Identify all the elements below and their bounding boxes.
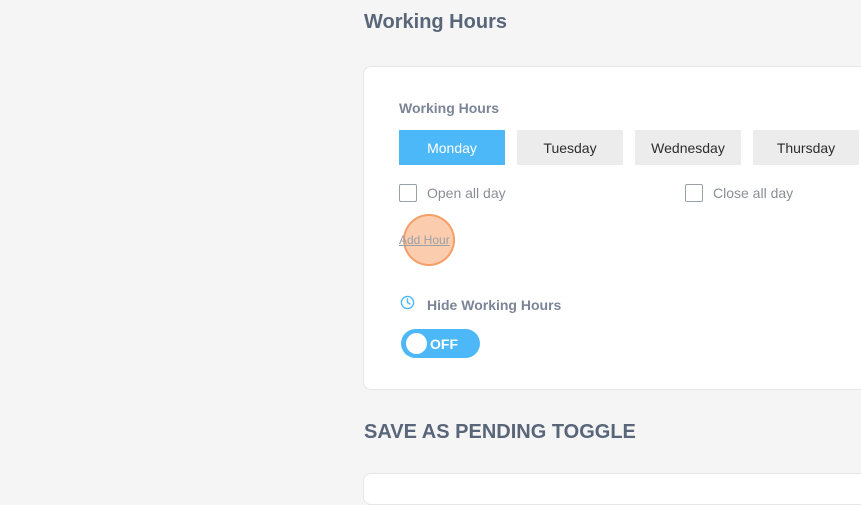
clock-icon (400, 295, 415, 315)
day-tab-monday[interactable]: Monday (399, 130, 505, 165)
working-hours-field-label: Working Hours (399, 100, 500, 116)
save-as-pending-card (363, 473, 861, 505)
toggle-state-label: OFF (430, 335, 458, 352)
save-as-pending-section-title: SAVE AS PENDING TOGGLE (364, 421, 636, 443)
day-tabs: Monday Tuesday Wednesday Thursday (399, 130, 859, 165)
working-hours-card: Working Hours Monday Tuesday Wednesday T… (363, 66, 861, 390)
add-hour-link[interactable]: Add Hour (399, 233, 450, 247)
open-all-day-checkbox[interactable] (399, 184, 417, 202)
hide-working-hours-toggle[interactable]: OFF (401, 329, 480, 358)
open-all-day-option[interactable]: Open all day (399, 184, 506, 202)
day-tab-wednesday[interactable]: Wednesday (635, 130, 741, 165)
day-tab-thursday[interactable]: Thursday (753, 130, 859, 165)
close-all-day-checkbox[interactable] (685, 184, 703, 202)
toggle-knob (406, 333, 427, 354)
hide-working-hours-row: Hide Working Hours (400, 295, 561, 315)
working-hours-section-title: Working Hours (364, 11, 507, 33)
day-tab-tuesday[interactable]: Tuesday (517, 130, 623, 165)
close-all-day-label: Close all day (713, 185, 794, 201)
hide-working-hours-label: Hide Working Hours (427, 297, 562, 313)
close-all-day-option[interactable]: Close all day (685, 184, 793, 202)
open-all-day-label: Open all day (427, 185, 506, 201)
